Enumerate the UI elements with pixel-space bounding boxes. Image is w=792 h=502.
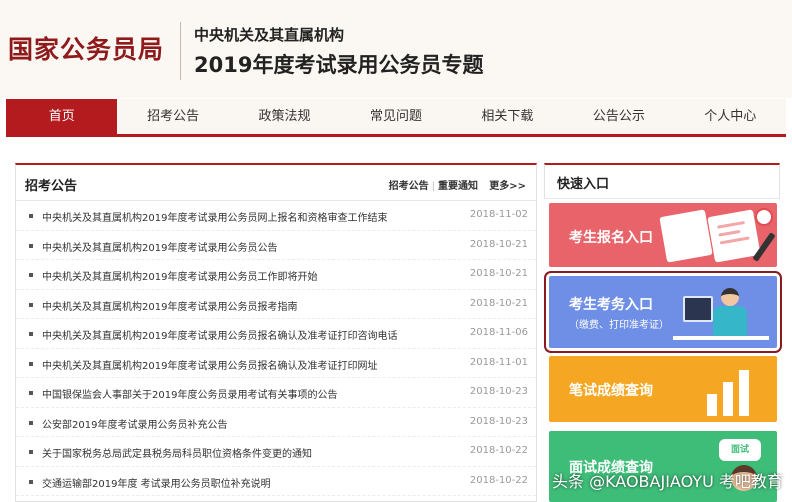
speech-bubble-icon: 面试 bbox=[719, 439, 761, 461]
list-item[interactable]: 中央机关及其直属机构2019年度考试录用公务员网上报名和资格审查工作结束 2018… bbox=[16, 201, 536, 231]
nav-item-announcements[interactable]: 招考公告 bbox=[117, 99, 228, 134]
news-title[interactable]: 中央机关及其直属机构2019年度考试录用公务员网上报名和资格审查工作结束 bbox=[42, 209, 387, 224]
list-item[interactable]: 中央机关及其直属机构2019年度考试录用公务员工作即将开始 2018-10-21 bbox=[16, 260, 536, 290]
nav-item-personal-center[interactable]: 个人中心 bbox=[675, 99, 786, 134]
paper-line bbox=[719, 236, 750, 245]
quick-access-header: 快速入口 bbox=[544, 163, 780, 199]
announcements-links: 招考公告 | 重要通知 更多>> bbox=[389, 177, 526, 192]
computer-monitor-icon bbox=[683, 296, 713, 322]
bullet-icon bbox=[29, 243, 33, 248]
news-date: 2018-10-22 bbox=[469, 445, 528, 456]
news-date: 2018-10-21 bbox=[469, 268, 528, 279]
desk-icon bbox=[673, 336, 769, 340]
bullet-icon bbox=[29, 361, 33, 366]
list-item[interactable]: 公安部2019年度考试录用公务员补充公告 2018-10-23 bbox=[16, 408, 536, 437]
site-logo[interactable]: 国家公务员局 bbox=[8, 30, 164, 66]
bar-chart-icon bbox=[723, 382, 733, 416]
bullet-icon bbox=[29, 302, 33, 307]
nav-item-downloads[interactable]: 相关下载 bbox=[452, 99, 563, 134]
exam-affairs-entry-sublabel: （缴费、打印准考证） bbox=[569, 320, 669, 331]
news-date: 2018-10-23 bbox=[469, 415, 528, 427]
news-title[interactable]: 中央机关及其直属机构2019年度考试录用公务员报名确认及准考证打印网址 bbox=[42, 357, 377, 372]
quick-access-panel: 快速入口 考生报名入口 考生考务入口 （缴费、打印准考证） 笔试成绩查询 面试成… bbox=[544, 163, 782, 502]
header-divider bbox=[180, 22, 181, 80]
bar-chart-icon bbox=[739, 370, 749, 416]
news-title[interactable]: 中央机关及其直属机构2019年度考试录用公务员工作即将开始 bbox=[42, 268, 317, 283]
news-title[interactable]: 关于国家税务总局武定县税务局科员职位资格条件变更的通知 bbox=[42, 445, 312, 460]
link-announcements[interactable]: 招考公告 bbox=[389, 181, 429, 192]
quick-access-title: 快速入口 bbox=[557, 177, 610, 192]
announcements-list: 中央机关及其直属机构2019年度考试录用公务员网上报名和资格审查工作结束 2018… bbox=[16, 201, 536, 496]
news-title[interactable]: 公安部2019年度考试录用公务员补充公告 bbox=[42, 416, 227, 431]
news-date: 2018-10-21 bbox=[469, 297, 528, 309]
news-title[interactable]: 交通运输部2019年度 考试录用公务员职位补充说明 bbox=[42, 475, 271, 490]
exam-affairs-entry-button[interactable]: 考生考务入口 （缴费、打印准考证） bbox=[544, 271, 782, 353]
page-title: 2019年度考试录用公务员专题 bbox=[194, 53, 484, 77]
list-item[interactable]: 中央机关及其直属机构2019年度考试录用公务员报考指南 2018-10-21 bbox=[16, 290, 536, 319]
exam-affairs-entry-label: 考生考务入口 bbox=[569, 297, 653, 313]
person-body-icon bbox=[713, 306, 747, 336]
watermark: 头条 @KAOBAJIAOYU 考吧教育 bbox=[552, 472, 783, 491]
announcements-title: 招考公告 bbox=[25, 179, 78, 194]
main-nav: 首页 招考公告 政策法规 常见问题 相关下载 公告公示 个人中心 bbox=[6, 99, 786, 137]
bar-chart-icon bbox=[707, 394, 717, 416]
more-link[interactable]: 更多>> bbox=[489, 181, 526, 192]
news-date: 2018-10-22 bbox=[469, 474, 528, 486]
registration-entry-button[interactable]: 考生报名入口 bbox=[549, 203, 777, 267]
form-paper-icon bbox=[707, 209, 761, 263]
nav-item-home[interactable]: 首页 bbox=[6, 99, 118, 134]
news-title[interactable]: 中央机关及其直属机构2019年度考试录用公务员报名确认及准考证打印咨询电话 bbox=[42, 327, 397, 342]
clock-icon bbox=[755, 208, 773, 226]
list-item[interactable]: 中央机关及其直属机构2019年度考试录用公务员公告 2018-10-21 bbox=[16, 231, 536, 260]
bullet-icon bbox=[29, 214, 33, 218]
bullet-icon bbox=[29, 273, 33, 277]
bullet-icon bbox=[29, 420, 33, 425]
link-notices[interactable]: 重要通知 bbox=[438, 181, 478, 192]
bullet-icon bbox=[29, 450, 33, 454]
paper-line bbox=[716, 220, 746, 229]
bullet-icon bbox=[29, 479, 33, 484]
bullet-icon bbox=[29, 332, 33, 336]
news-date: 2018-11-01 bbox=[469, 356, 528, 368]
written-scores-button[interactable]: 笔试成绩查询 bbox=[549, 356, 777, 422]
person-head-icon bbox=[721, 288, 739, 306]
nav-item-faq[interactable]: 常见问题 bbox=[340, 99, 451, 134]
list-item[interactable]: 中央机关及其直属机构2019年度考试录用公务员报名确认及准考证打印咨询电话 201… bbox=[16, 319, 536, 349]
page: 国家公务员局 中央机关及其直属机构 2019年度考试录用公务员专题 首页 招考公… bbox=[0, 0, 792, 502]
list-item[interactable]: 交通运输部2019年度 考试录用公务员职位补充说明 2018-10-22 bbox=[16, 467, 536, 496]
list-item[interactable]: 中央机关及其直属机构2019年度考试录用公务员报名确认及准考证打印网址 2018-… bbox=[16, 349, 536, 378]
bullet-icon bbox=[29, 391, 33, 395]
news-date: 2018-10-23 bbox=[469, 386, 528, 397]
news-date: 2018-10-21 bbox=[469, 238, 528, 250]
paper-line bbox=[718, 229, 741, 237]
announcements-header: 招考公告 招考公告 | 重要通知 更多>> bbox=[16, 165, 536, 201]
news-title[interactable]: 中国银保监会人事部关于2019年度公务员录用考试有关事项的公告 bbox=[42, 386, 337, 401]
header: 国家公务员局 中央机关及其直属机构 2019年度考试录用公务员专题 bbox=[0, 0, 792, 98]
news-title[interactable]: 中央机关及其直属机构2019年度考试录用公务员报考指南 bbox=[42, 298, 297, 313]
list-item[interactable]: 中国银保监会人事部关于2019年度公务员录用考试有关事项的公告 2018-10-2… bbox=[16, 378, 536, 408]
list-item[interactable]: 关于国家税务总局武定县税务局科员职位资格条件变更的通知 2018-10-22 bbox=[16, 437, 536, 467]
header-subtitle: 中央机关及其直属机构 bbox=[194, 26, 345, 44]
news-title[interactable]: 中央机关及其直属机构2019年度考试录用公务员公告 bbox=[42, 239, 277, 254]
announcements-panel: 招考公告 招考公告 | 重要通知 更多>> 中央机关及其直属机构2019年度考试录用… bbox=[15, 163, 537, 502]
news-date: 2018-11-02 bbox=[469, 209, 528, 220]
registration-entry-label: 考生报名入口 bbox=[569, 230, 653, 246]
paper-shape bbox=[659, 209, 713, 263]
news-date: 2018-11-06 bbox=[469, 327, 528, 338]
nav-item-publicity[interactable]: 公告公示 bbox=[563, 99, 674, 134]
written-scores-label: 笔试成绩查询 bbox=[569, 383, 653, 399]
nav-item-policies[interactable]: 政策法规 bbox=[229, 99, 340, 134]
link-separator: | bbox=[431, 181, 436, 192]
